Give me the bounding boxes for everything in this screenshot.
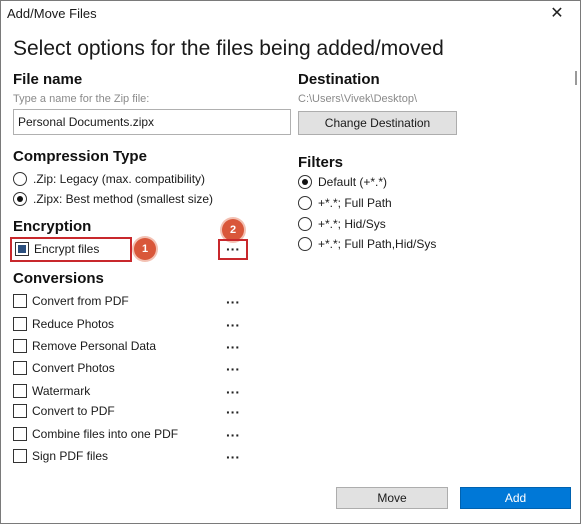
conversion-item-label: Sign PDF files [32, 449, 109, 463]
close-icon[interactable]: ✕ [534, 1, 580, 27]
checkbox[interactable] [13, 427, 27, 441]
checkbox[interactable] [15, 242, 29, 256]
encrypt-files-label: Encrypt files [34, 242, 100, 256]
conversion-item[interactable]: Watermark [13, 384, 90, 398]
scrollbar[interactable] [575, 71, 577, 85]
conversion-options-more-button[interactable]: ··· [223, 318, 243, 332]
file-name-hint: Type a name for the Zip file: [13, 93, 150, 105]
window-title: Add/Move Files [7, 6, 97, 21]
encrypt-files-checkbox-row[interactable]: Encrypt files [15, 242, 99, 256]
conversion-item-label: Watermark [32, 384, 91, 398]
radio-button-selected[interactable] [13, 192, 27, 206]
radio-button[interactable] [298, 196, 312, 210]
filter-option-default[interactable]: Default (+*.*) [298, 175, 387, 189]
conversion-item[interactable]: Reduce Photos [13, 317, 114, 331]
compression-type-label: Compression Type [13, 148, 147, 165]
callout-badge-2: 2 [222, 219, 244, 241]
conversion-item-label: Convert Photos [32, 361, 115, 375]
filter-option-full-path-hid-sys[interactable]: +*.*; Full Path,Hid/Sys [298, 237, 436, 251]
checkbox[interactable] [13, 449, 27, 463]
filter-option-label: +*.*; Hid/Sys [318, 217, 386, 231]
checkbox[interactable] [13, 361, 27, 375]
conversion-item[interactable]: Convert from PDF [13, 294, 129, 308]
encryption-options-more-button[interactable]: ··· [223, 242, 243, 256]
filter-option-label: Default (+*.*) [318, 175, 388, 189]
conversion-options-more-button[interactable]: ··· [223, 295, 243, 309]
radio-button-selected[interactable] [298, 175, 312, 189]
conversion-item[interactable]: Convert Photos [13, 361, 115, 375]
checkbox-partial-fill [18, 245, 26, 253]
compression-option-zipx[interactable]: .Zipx: Best method (smallest size) [13, 192, 213, 206]
radio-selected-dot [302, 179, 308, 185]
checkbox[interactable] [13, 317, 27, 331]
callout-badge-1: 1 [134, 238, 156, 260]
destination-label: Destination [298, 71, 380, 88]
conversion-item-label: Remove Personal Data [32, 339, 157, 353]
checkbox[interactable] [13, 294, 27, 308]
change-destination-button[interactable]: Change Destination [298, 111, 457, 135]
conversion-item[interactable]: Convert to PDF [13, 404, 115, 418]
conversion-options-more-button[interactable]: ··· [223, 405, 243, 419]
compression-option-label: .Zip: Legacy (max. compatibility) [33, 172, 206, 186]
filters-label: Filters [298, 154, 344, 171]
radio-selected-dot [17, 196, 23, 202]
add-button[interactable]: Add [460, 487, 571, 509]
conversion-options-more-button[interactable]: ··· [223, 450, 243, 464]
checkbox[interactable] [13, 404, 27, 418]
page-title: Select options for the files being added… [13, 37, 444, 60]
checkbox[interactable] [13, 384, 27, 398]
file-name-input[interactable] [13, 109, 291, 135]
radio-button[interactable] [298, 237, 312, 251]
file-name-label: File name [13, 71, 83, 88]
filter-option-label: +*.*; Full Path [318, 196, 392, 210]
title-bar[interactable]: Add/Move Files ✕ [1, 1, 580, 27]
encryption-label: Encryption [13, 218, 92, 235]
conversion-options-more-button[interactable]: ··· [223, 362, 243, 376]
conversion-options-more-button[interactable]: ··· [223, 428, 243, 442]
compression-option-zip[interactable]: .Zip: Legacy (max. compatibility) [13, 172, 205, 186]
conversion-item[interactable]: Sign PDF files [13, 449, 108, 463]
filter-option-label: +*.*; Full Path,Hid/Sys [318, 237, 437, 251]
conversion-options-more-button[interactable]: ··· [223, 385, 243, 399]
conversion-item-label: Combine files into one PDF [32, 427, 179, 441]
conversions-label: Conversions [13, 270, 104, 287]
conversion-item[interactable]: Combine files into one PDF [13, 427, 178, 441]
filter-option-hid-sys[interactable]: +*.*; Hid/Sys [298, 217, 386, 231]
radio-button[interactable] [298, 217, 312, 231]
move-button[interactable]: Move [336, 487, 448, 509]
conversion-item-label: Convert from PDF [32, 294, 129, 308]
compression-option-label: .Zipx: Best method (smallest size) [33, 192, 214, 206]
add-move-files-dialog: Add/Move Files ✕ Select options for the … [0, 0, 581, 524]
filter-option-full-path[interactable]: +*.*; Full Path [298, 196, 392, 210]
conversion-item[interactable]: Remove Personal Data [13, 339, 156, 353]
conversion-options-more-button[interactable]: ··· [223, 340, 243, 354]
radio-button[interactable] [13, 172, 27, 186]
conversion-item-label: Reduce Photos [32, 317, 115, 331]
conversion-item-label: Convert to PDF [32, 404, 115, 418]
checkbox[interactable] [13, 339, 27, 353]
destination-path: C:\Users\Vivek\Desktop\ [298, 93, 418, 105]
